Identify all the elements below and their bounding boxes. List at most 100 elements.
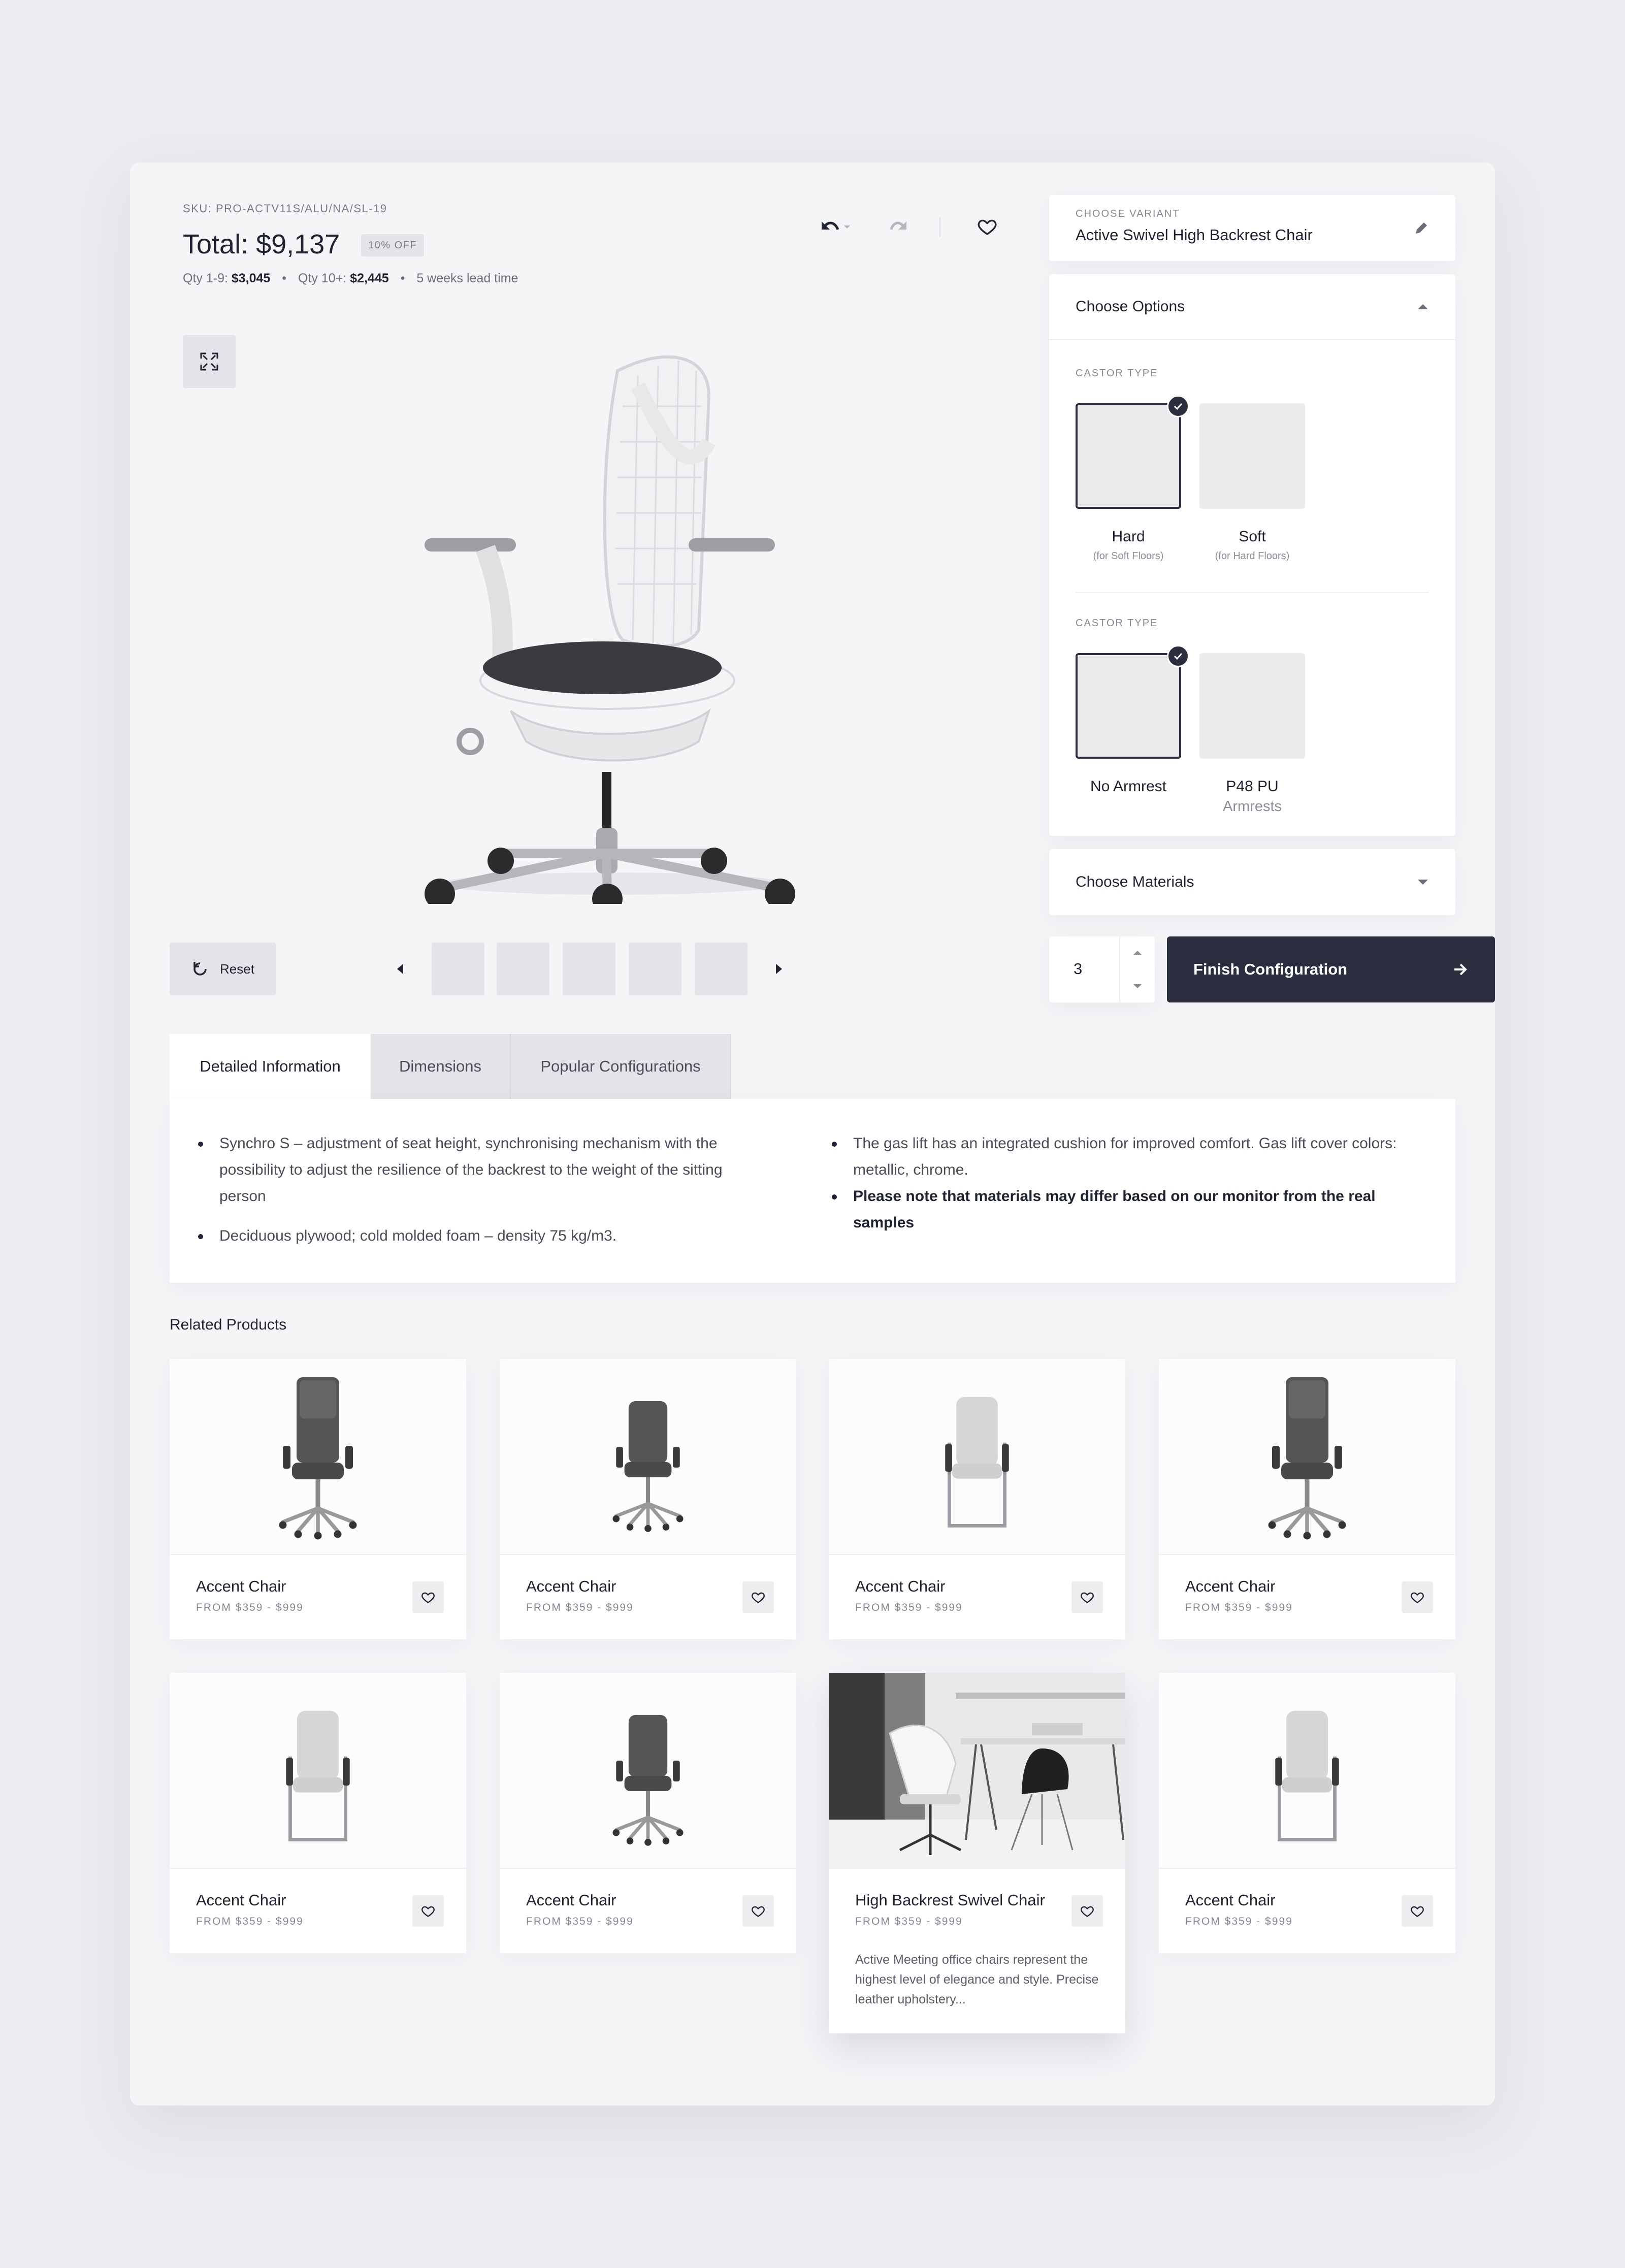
product-name: Accent Chair xyxy=(1185,1577,1276,1595)
options-title: Choose Options xyxy=(1076,298,1185,315)
heart-icon xyxy=(1080,1904,1094,1918)
triangle-right-icon xyxy=(776,964,782,974)
favorite-button[interactable] xyxy=(975,214,999,239)
tab-dimensions[interactable]: Dimensions xyxy=(371,1034,511,1099)
reset-button[interactable]: Reset xyxy=(170,943,276,995)
materials-header[interactable]: Choose Materials xyxy=(1049,849,1455,915)
favorite-button[interactable] xyxy=(412,1581,444,1613)
product-card-featured[interactable]: High Backrest Swivel Chair FROM $359 - $… xyxy=(829,1673,1125,2033)
product-card[interactable]: Accent Chair FROM $359 - $999 xyxy=(1159,1673,1455,1953)
favorite-button[interactable] xyxy=(1071,1581,1103,1613)
related-products-title: Related Products xyxy=(170,1316,287,1333)
arrow-right-icon xyxy=(1454,963,1467,976)
product-price: FROM $359 - $999 xyxy=(855,1602,963,1613)
option-divider xyxy=(1076,592,1429,593)
swatch-p48-pu[interactable] xyxy=(1199,653,1305,759)
favorite-button[interactable] xyxy=(1402,1581,1433,1613)
product-image xyxy=(170,1673,466,1869)
heart-icon xyxy=(421,1590,435,1604)
thumbnail-5[interactable] xyxy=(695,943,748,995)
heart-icon xyxy=(977,216,997,237)
thumbnail-2[interactable] xyxy=(497,943,549,995)
swatch-soft-label: Soft xyxy=(1239,528,1266,545)
product-name: Accent Chair xyxy=(526,1891,616,1909)
quantity-stepper[interactable]: 3 xyxy=(1049,936,1155,1002)
product-name: High Backrest Swivel Chair xyxy=(855,1891,1045,1909)
product-card[interactable]: Accent Chair FROM $359 - $999 xyxy=(500,1359,796,1639)
tier-pricing: Qty 1-9: $3,045 • Qty 10+: $2,445 • 5 we… xyxy=(183,271,518,285)
expand-icon xyxy=(200,352,218,371)
finish-configuration-label: Finish Configuration xyxy=(1193,960,1348,978)
qty-tier2-price: $2,445 xyxy=(350,271,389,285)
product-image xyxy=(829,1359,1125,1555)
undo-button[interactable] xyxy=(817,215,852,238)
product-image xyxy=(1159,1359,1455,1555)
thumbnail-1[interactable] xyxy=(432,943,484,995)
detail-bullet: The gas lift has an integrated cushion f… xyxy=(832,1130,1422,1183)
swatch-no-armrest[interactable] xyxy=(1076,645,1189,759)
expand-button[interactable] xyxy=(183,335,236,388)
thumbnail-next-button[interactable] xyxy=(768,958,790,980)
qty-tier1-label: Qty 1-9: xyxy=(183,271,228,285)
product-card[interactable]: Accent Chair FROM $359 - $999 xyxy=(170,1673,466,1953)
product-name: Accent Chair xyxy=(855,1577,946,1595)
product-price: FROM $359 - $999 xyxy=(196,1602,304,1613)
undo-icon xyxy=(822,221,850,231)
swatch-hard-label: Hard xyxy=(1112,528,1145,545)
product-name: Accent Chair xyxy=(526,1577,616,1595)
product-card[interactable]: Accent Chair FROM $359 - $999 xyxy=(500,1673,796,1953)
redo-button[interactable] xyxy=(887,215,912,238)
product-price: FROM $359 - $999 xyxy=(1185,1602,1293,1613)
quantity-decrement[interactable] xyxy=(1120,970,1155,1002)
materials-title: Choose Materials xyxy=(1076,873,1194,890)
product-image xyxy=(500,1359,796,1555)
discount-badge: 10% OFF xyxy=(361,234,425,256)
lead-time: 5 weeks lead time xyxy=(416,271,518,285)
product-photo xyxy=(829,1673,1125,1869)
favorite-button[interactable] xyxy=(1402,1895,1433,1927)
variant-selector[interactable]: CHOOSE VARIANT Active Swivel High Backre… xyxy=(1049,195,1455,261)
favorite-button[interactable] xyxy=(742,1581,774,1613)
swatch-hard[interactable] xyxy=(1076,395,1189,509)
product-image xyxy=(500,1673,796,1869)
swatch-soft[interactable] xyxy=(1199,403,1305,509)
reset-label: Reset xyxy=(220,961,254,977)
quantity-increment[interactable] xyxy=(1120,936,1155,969)
caret-up-icon xyxy=(1133,951,1142,955)
quantity-value[interactable]: 3 xyxy=(1074,960,1082,978)
thumbnail-3[interactable] xyxy=(563,943,615,995)
favorite-button[interactable] xyxy=(412,1895,444,1927)
variant-caption: CHOOSE VARIANT xyxy=(1076,208,1180,219)
product-price: FROM $359 - $999 xyxy=(855,1916,963,1927)
caret-down-icon xyxy=(1133,984,1142,988)
heart-icon xyxy=(421,1904,435,1918)
finish-configuration-button[interactable]: Finish Configuration xyxy=(1167,936,1495,1002)
options-header[interactable]: Choose Options xyxy=(1049,274,1455,340)
product-name: Accent Chair xyxy=(196,1577,286,1595)
tab-popular-configurations[interactable]: Popular Configurations xyxy=(511,1034,731,1099)
swatch-p48-pu-label: P48 PU xyxy=(1226,778,1279,795)
product-image xyxy=(170,1359,466,1555)
heart-icon xyxy=(751,1904,765,1918)
tab-detailed-information[interactable]: Detailed Information xyxy=(170,1034,371,1099)
heart-icon xyxy=(1410,1904,1424,1918)
options-panel: Choose Options CASTOR TYPE Hard (for Sof… xyxy=(1049,274,1455,836)
sku-label: SKU: PRO-ACTV11S/ALU/NA/SL-19 xyxy=(183,202,387,215)
product-card[interactable]: Accent Chair FROM $359 - $999 xyxy=(829,1359,1125,1639)
thumbnail-prev-button[interactable] xyxy=(389,958,411,980)
favorite-button[interactable] xyxy=(742,1895,774,1927)
detail-bullet: Synchro S – adjustment of seat height, s… xyxy=(198,1130,768,1210)
detail-bullet: Deciduous plywood; cold molded foam – de… xyxy=(198,1223,768,1249)
toolbar-divider xyxy=(939,217,940,237)
thumbnail-4[interactable] xyxy=(629,943,681,995)
option-group-2-caption: CASTOR TYPE xyxy=(1076,618,1158,629)
product-card[interactable]: Accent Chair FROM $359 - $999 xyxy=(170,1359,466,1639)
qty-tier1-price: $3,045 xyxy=(231,271,271,285)
pencil-icon[interactable] xyxy=(1414,220,1429,236)
favorite-button[interactable] xyxy=(1071,1895,1103,1927)
detail-bullet-note: Please note that materials may differ ba… xyxy=(832,1183,1422,1236)
refresh-icon xyxy=(193,962,207,976)
chevron-up-icon xyxy=(1418,304,1428,309)
product-card[interactable]: Accent Chair FROM $359 - $999 xyxy=(1159,1359,1455,1639)
product-price: FROM $359 - $999 xyxy=(1185,1916,1293,1927)
